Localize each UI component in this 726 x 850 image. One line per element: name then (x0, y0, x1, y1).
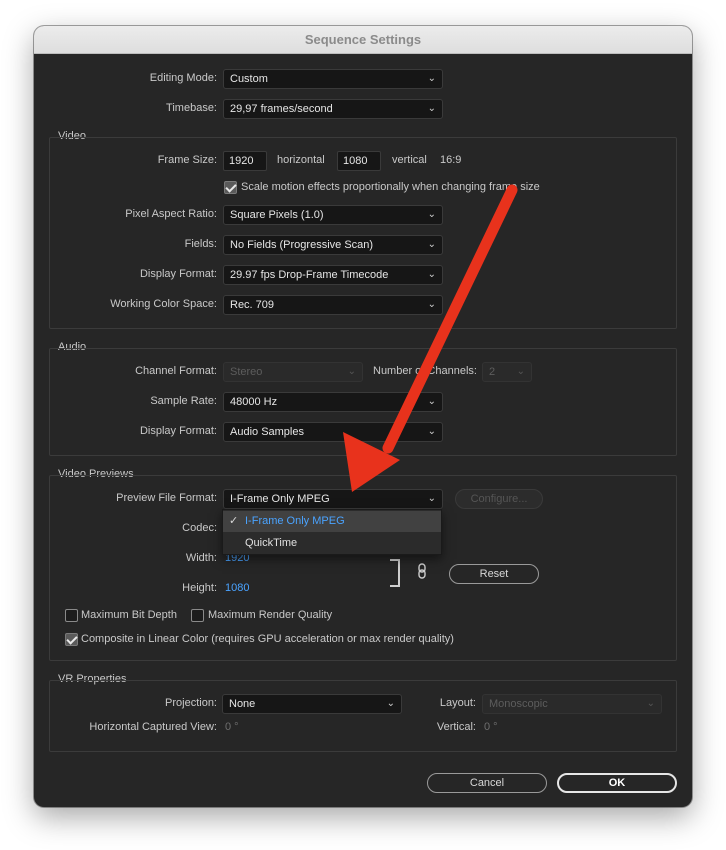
configure-button[interactable]: Configure... (455, 489, 543, 509)
layout-label: Layout: (439, 697, 476, 709)
num-channels-value: 2 (489, 366, 496, 378)
audio-display-format-label: Display Format: (139, 425, 217, 437)
projection-label: Projection: (165, 697, 217, 709)
vr-group (49, 680, 677, 752)
display-format-label: Display Format: (139, 268, 217, 280)
scale-motion-label: Scale motion effects proportionally when… (241, 181, 540, 193)
chevron-down-icon: ⌄ (427, 239, 436, 250)
display-format-select[interactable]: 29.97 fps Drop-Frame Timecode ⌄ (223, 265, 443, 285)
chevron-down-icon: ⌄ (646, 698, 655, 709)
chevron-down-icon: ⌄ (427, 269, 436, 280)
timebase-value: 29,97 frames/second (230, 103, 333, 115)
chevron-down-icon: ⌄ (427, 209, 436, 220)
window-title: Sequence Settings (34, 26, 692, 54)
preview-format-label: Preview File Format: (116, 492, 217, 504)
dropdown-option-quicktime[interactable]: QuickTime (223, 533, 441, 554)
max-render-quality-checkbox[interactable] (191, 609, 204, 622)
editing-mode-label: Editing Mode: (149, 72, 217, 84)
pixel-aspect-value: Square Pixels (1.0) (230, 209, 324, 221)
codec-label: Codec: (182, 522, 217, 534)
h-captured-label: Horizontal Captured View: (89, 721, 217, 733)
sample-rate-select[interactable]: 48000 Hz ⌄ (223, 392, 443, 412)
sample-rate-value: 48000 Hz (230, 396, 278, 408)
frame-width-input[interactable]: 1920 (223, 151, 267, 171)
preview-format-dropdown-menu: ✓ I-Frame Only MPEG QuickTime (222, 509, 442, 555)
dropdown-option-label: I-Frame Only MPEG (245, 515, 345, 527)
frame-height-input[interactable]: 1080 (337, 151, 381, 171)
composite-linear-checkbox[interactable] (65, 633, 78, 646)
chevron-down-icon: ⌄ (427, 73, 436, 84)
vr-vertical-label: Vertical: (436, 721, 476, 733)
chevron-down-icon: ⌄ (427, 299, 436, 310)
fields-select[interactable]: No Fields (Progressive Scan) ⌄ (223, 235, 443, 255)
cancel-button[interactable]: Cancel (427, 773, 547, 793)
num-channels-select[interactable]: 2 ⌄ (482, 362, 532, 382)
sample-rate-label: Sample Rate: (150, 395, 217, 407)
dropdown-option-label: QuickTime (245, 537, 298, 549)
ok-button[interactable]: OK (557, 773, 677, 793)
width-label: Width: (185, 552, 217, 564)
scale-motion-checkbox[interactable] (224, 181, 237, 194)
editing-mode-select[interactable]: Custom ⌄ (223, 69, 443, 89)
timebase-select[interactable]: 29,97 frames/second ⌄ (223, 99, 443, 119)
channel-format-select[interactable]: Stereo ⌄ (223, 362, 363, 382)
chain-link-icon[interactable] (417, 563, 427, 579)
fields-value: No Fields (Progressive Scan) (230, 239, 374, 251)
max-render-quality-label: Maximum Render Quality (208, 609, 333, 621)
height-label: Height: (182, 582, 217, 594)
working-color-label: Working Color Space: (110, 298, 217, 310)
dropdown-option-iframe-mpeg[interactable]: ✓ I-Frame Only MPEG (223, 511, 441, 532)
link-bracket (390, 559, 400, 587)
preview-format-select[interactable]: I-Frame Only MPEG ⌄ (223, 489, 443, 509)
pixel-aspect-label: Pixel Aspect Ratio: (125, 208, 217, 220)
working-color-value: Rec. 709 (230, 299, 275, 311)
chevron-down-icon: ⌄ (427, 103, 436, 114)
horizontal-label: horizontal (277, 154, 325, 166)
audio-display-format-select[interactable]: Audio Samples ⌄ (223, 422, 443, 442)
chevron-down-icon: ⌄ (516, 366, 525, 377)
chevron-down-icon: ⌄ (427, 426, 436, 437)
channel-format-value: Stereo (230, 366, 263, 378)
timebase-label: Timebase: (166, 102, 217, 114)
h-captured-value[interactable]: 0 ° (225, 721, 239, 733)
pixel-aspect-select[interactable]: Square Pixels (1.0) ⌄ (223, 205, 443, 225)
layout-select[interactable]: Monoscopic ⌄ (482, 694, 662, 714)
chevron-down-icon: ⌄ (427, 396, 436, 407)
fields-label: Fields: (184, 238, 217, 250)
display-format-value: 29.97 fps Drop-Frame Timecode (230, 269, 389, 281)
sequence-settings-dialog: Sequence Settings Editing Mode: Custom ⌄… (34, 26, 692, 807)
chevron-down-icon: ⌄ (427, 493, 436, 504)
height-value[interactable]: 1080 (225, 582, 249, 594)
max-bit-depth-checkbox[interactable] (65, 609, 78, 622)
aspect-ratio-text: 16:9 (440, 154, 462, 166)
preview-format-value: I-Frame Only MPEG (230, 493, 330, 505)
frame-size-label: Frame Size: (157, 154, 217, 166)
editing-mode-value: Custom (230, 73, 268, 85)
composite-linear-label: Composite in Linear Color (requires GPU … (81, 633, 454, 645)
reset-button[interactable]: Reset (449, 564, 539, 584)
checkmark-icon: ✓ (229, 515, 239, 527)
audio-display-format-value: Audio Samples (230, 426, 304, 438)
vertical-label: vertical (392, 154, 427, 166)
projection-value: None (229, 698, 256, 710)
working-color-select[interactable]: Rec. 709 ⌄ (223, 295, 443, 315)
num-channels-label: Number of Channels: (373, 365, 477, 377)
chevron-down-icon: ⌄ (347, 366, 356, 377)
vr-vertical-value[interactable]: 0 ° (484, 721, 498, 733)
layout-value: Monoscopic (489, 698, 548, 710)
channel-format-label: Channel Format: (135, 365, 217, 377)
max-bit-depth-label: Maximum Bit Depth (81, 609, 177, 621)
